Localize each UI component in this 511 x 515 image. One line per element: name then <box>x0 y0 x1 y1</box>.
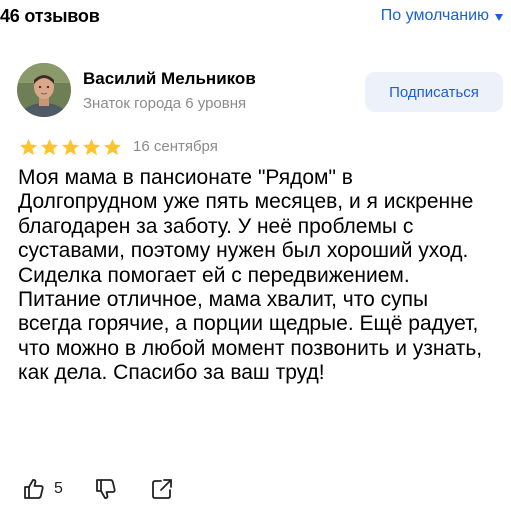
star-icon <box>19 138 38 156</box>
review-date: 16 сентября <box>133 138 218 155</box>
reviews-header: 46 отзывов По умолчанию <box>0 0 511 34</box>
star-icon <box>82 138 101 156</box>
star-icon <box>40 138 59 156</box>
rating-stars <box>19 138 122 157</box>
review-text: Моя мама в пансионате "Рядом" в Долгопру… <box>18 166 483 385</box>
star-icon <box>61 138 80 156</box>
like-count: 5 <box>54 480 63 497</box>
share-button[interactable] <box>150 477 174 501</box>
thumbs-down-icon <box>96 479 116 499</box>
author-level: Знаток города 6 уровня <box>83 95 247 112</box>
author-name[interactable]: Василий Мельников <box>83 69 256 89</box>
dislike-button[interactable] <box>94 477 118 501</box>
subscribe-button[interactable]: Подписаться <box>365 72 503 112</box>
sort-dropdown[interactable]: По умолчанию <box>381 7 503 25</box>
reviews-count: 46 отзывов <box>0 6 100 26</box>
sort-label: По умолчанию <box>380 7 489 24</box>
star-icon <box>103 138 122 156</box>
avatar-photo <box>17 63 71 117</box>
like-button[interactable]: 5 <box>22 477 63 501</box>
share-icon <box>152 479 172 499</box>
avatar[interactable] <box>17 63 71 117</box>
thumbs-up-icon <box>24 479 44 499</box>
chevron-down-icon <box>495 13 503 21</box>
